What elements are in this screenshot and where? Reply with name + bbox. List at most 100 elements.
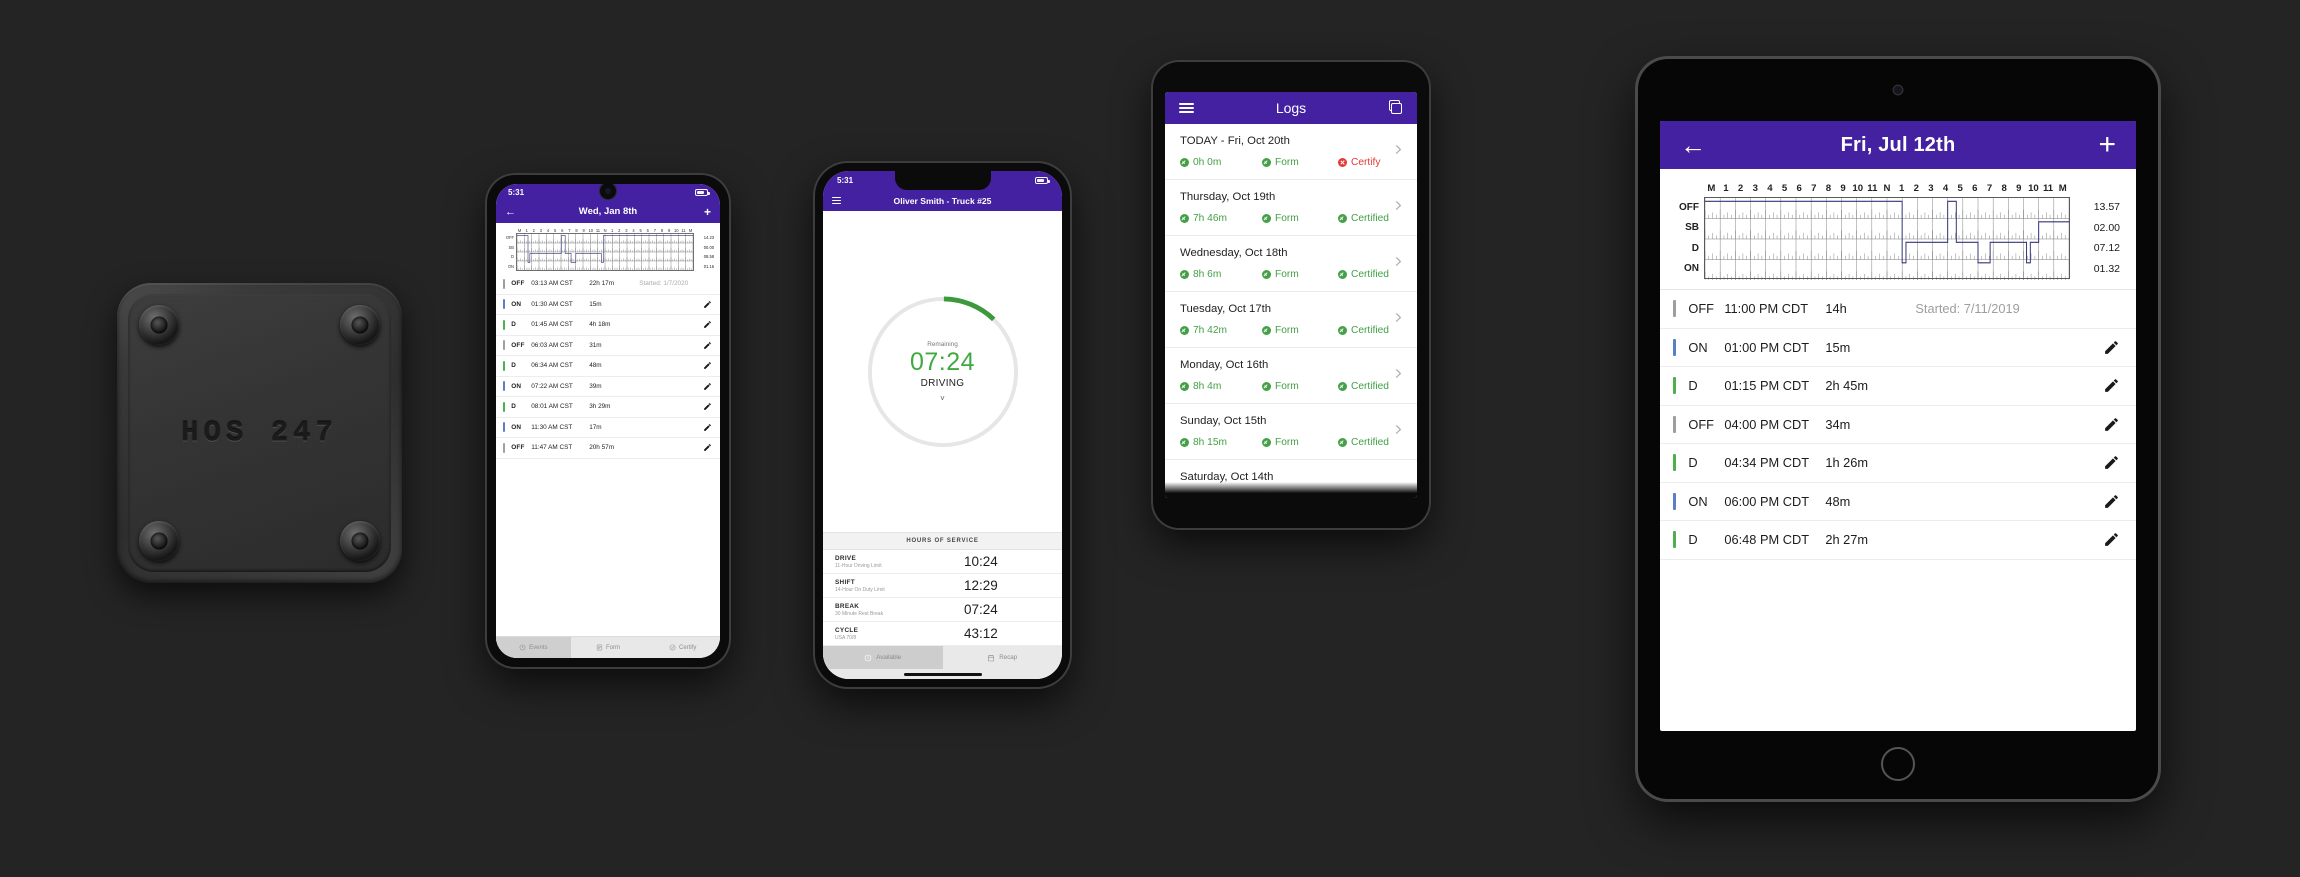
table-row[interactable]: D 06:48 PM CDT 2h 27m [1660,521,2136,560]
event-status: ON [511,423,522,431]
phone-screen: 5:31 Oliver Smith - Truck #25 Remaining … [823,171,1062,679]
copy-icon[interactable] [1387,100,1403,116]
edit-pencil-icon[interactable] [703,423,712,432]
list-item[interactable]: Tuesday, Oct 17th 7h 42m Form Certified [1165,292,1417,348]
edit-pencil-icon[interactable] [2103,339,2120,356]
table-row[interactable]: D 08:01 AM CST 3h 29m [496,397,720,418]
badge-label: Form [1275,437,1299,448]
grid-row-label-off: OFF [505,235,514,241]
badge-hours[interactable]: 8h 6m [1180,269,1262,280]
table-row[interactable]: D 01:45 AM CST 4h 18m [496,315,720,336]
chevron-right-icon[interactable] [1391,198,1405,217]
event-list[interactable]: OFF 11:00 PM CDT 14h Started: 7/11/2019 ON 01… [1660,290,2136,560]
chevron-right-icon[interactable] [1391,310,1405,329]
list-item[interactable]: Monday, Oct 16th 8h 4m Form Certified [1165,348,1417,404]
arrow-left-icon[interactable]: ← [1680,132,1706,158]
edit-pencil-icon[interactable] [703,341,712,350]
list-item[interactable]: Thursday, Oct 19th 7h 46m Form Certified [1165,180,1417,236]
badge-label: Form [1275,325,1299,336]
hos-row-labels: SHIFT 14-Hour On Duty Limit [835,579,964,593]
edit-pencil-icon[interactable] [703,382,712,391]
tab-events[interactable]: Events [496,637,571,658]
event-duration: 48m [589,362,602,370]
remaining-dial[interactable]: Remaining 07:24 DRIVING ˅ [864,293,1022,451]
badge-hours[interactable]: 7h 46m [1180,213,1262,224]
event-list[interactable]: OFF 03:13 AM CST 22h 17m Started: 1/7/2020 O… [496,274,720,636]
hos-row: CYCLE USA 70/8 43:12 [823,622,1062,646]
log-date: Sunday, Oct 15th [1180,415,1267,427]
table-row[interactable]: OFF 11:47 AM CST 20h 57m [496,438,720,459]
table-row[interactable]: ON 01:00 PM CDT 15m [1660,329,2136,367]
hos-row-labels: CYCLE USA 70/8 [835,627,964,641]
hos-row-value: 10:24 [964,554,998,569]
edit-pencil-icon[interactable] [2103,493,2120,510]
edit-pencil-icon[interactable] [703,443,712,452]
log-status-badges: 8h 15m Form Certified [1180,437,1403,448]
edit-pencil-icon[interactable] [703,361,712,370]
chevron-right-icon[interactable] [1391,142,1405,161]
badge-certify[interactable]: Certified [1338,325,1389,336]
table-row[interactable]: OFF 03:13 AM CST 22h 17m Started: 1/7/2020 [496,274,720,295]
table-row[interactable]: ON 11:30 AM CST 17m [496,418,720,438]
badge-hours[interactable]: 8h 15m [1180,437,1262,448]
plus-icon[interactable]: + [704,205,711,219]
table-row[interactable]: ON 06:00 PM CDT 48m [1660,483,2136,521]
bottom-tab-bar[interactable]: Available Recap [823,646,1062,669]
table-row[interactable]: D 06:34 AM CST 48m [496,356,720,377]
screenshot-stage: HOS 247 5:31 ← Wed, Jan 8th + M123456789… [0,0,2300,877]
badge-certify[interactable]: Certified [1338,437,1389,448]
tab-certify[interactable]: Certify [645,637,720,658]
badge-certify[interactable]: Certified [1338,269,1389,280]
hos-row-title: SHIFT [835,578,855,586]
badge-form[interactable]: Form [1262,325,1338,336]
chevron-right-icon[interactable] [1391,422,1405,441]
bottom-tab-bar[interactable]: Events Form Certify [496,636,720,658]
hamburger-icon[interactable] [1179,103,1194,113]
grid-row-totals: 13.57 02.00 07.12 01.32 [2070,197,2120,279]
event-duration: 1h 26m [1825,455,1869,471]
duty-status-color-bar [503,278,506,289]
badge-certify[interactable]: Certified [1338,213,1389,224]
table-row[interactable]: ON 07:22 AM CST 39m [496,377,720,397]
list-item[interactable]: Sunday, Oct 15th 8h 15m Form Certified [1165,404,1417,460]
edit-pencil-icon[interactable] [703,320,712,329]
chevron-right-icon[interactable] [1391,254,1405,273]
table-row[interactable]: D 01:15 PM CDT 2h 45m [1660,367,2136,406]
edit-pencil-icon[interactable] [2103,416,2120,433]
table-row[interactable]: OFF 04:00 PM CDT 34m [1660,406,2136,444]
badge-form[interactable]: Form [1262,157,1338,168]
badge-form[interactable]: Form [1262,269,1338,280]
badge-hours[interactable]: 7h 42m [1180,325,1262,336]
app-bar-title: Wed, Jan 8th [578,206,638,217]
edit-pencil-icon[interactable] [2103,377,2120,394]
home-button[interactable] [1881,747,1915,781]
hamburger-icon[interactable] [832,196,841,205]
table-row[interactable]: OFF 06:03 AM CST 31m [496,336,720,356]
badge-certify[interactable]: Certified [1338,381,1389,392]
chevron-right-icon[interactable] [1391,366,1405,385]
badge-hours[interactable]: 0h 0m [1180,157,1262,168]
list-item[interactable]: TODAY - Fri, Oct 20th 0h 0m Form Certify [1165,124,1417,180]
badge-form[interactable]: Form [1262,437,1338,448]
edit-pencil-icon[interactable] [2103,531,2120,548]
tab-available[interactable]: Available [823,646,943,669]
badge-form[interactable]: Form [1262,381,1338,392]
edit-pencil-icon[interactable] [703,300,712,309]
table-row[interactable]: OFF 11:00 PM CDT 14h Started: 7/11/2019 [1660,290,2136,329]
badge-certify[interactable]: Certify [1338,157,1380,168]
badge-hours[interactable]: 8h 4m [1180,381,1262,392]
arrow-left-icon[interactable]: ← [505,206,516,218]
table-row[interactable]: ON 01:30 AM CST 15m [496,295,720,315]
edit-pencil-icon[interactable] [703,402,712,411]
event-duration: 20h 57m [589,444,615,452]
table-row[interactable]: D 04:34 PM CDT 1h 26m [1660,444,2136,483]
list-item[interactable]: Wednesday, Oct 18th 8h 6m Form Certified [1165,236,1417,292]
logs-list[interactable]: TODAY - Fri, Oct 20th 0h 0m Form Certify Thu… [1165,124,1417,498]
plus-icon[interactable]: + [2098,130,2116,160]
tab-form[interactable]: Form [571,637,646,658]
grid-canvas [1704,197,2070,280]
edit-pencil-icon[interactable] [2103,454,2120,471]
chevron-down-icon[interactable]: ˅ [940,394,945,403]
tab-recap[interactable]: Recap [943,646,1063,669]
badge-form[interactable]: Form [1262,213,1338,224]
